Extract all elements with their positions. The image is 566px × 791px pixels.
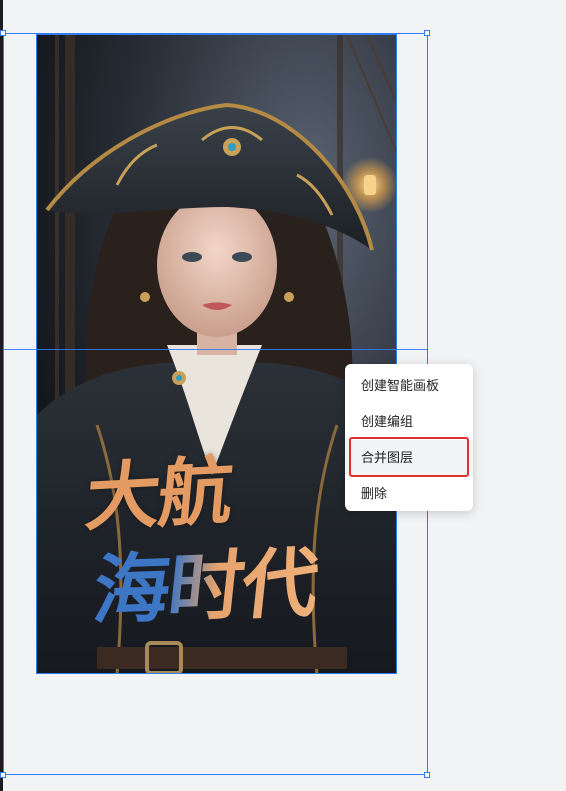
resize-handle-top-right[interactable] <box>424 30 430 36</box>
layer-boundary-line <box>3 349 428 350</box>
context-menu: 创建智能画板 创建编组 合并图层 删除 <box>345 364 473 511</box>
resize-handle-bottom-left[interactable] <box>0 772 6 778</box>
resize-handle-top-left[interactable] <box>0 30 6 36</box>
menu-item-create-group[interactable]: 创建编组 <box>345 404 473 440</box>
design-canvas[interactable]: 大航 海时代 创建智能画板 创建编组 合并图层 删除 <box>0 0 566 791</box>
menu-item-delete[interactable]: 删除 <box>345 476 473 512</box>
menu-item-create-smart-artboard[interactable]: 创建智能画板 <box>345 368 473 404</box>
resize-handle-bottom-right[interactable] <box>424 772 430 778</box>
menu-item-merge-layers[interactable]: 合并图层 <box>345 440 473 476</box>
